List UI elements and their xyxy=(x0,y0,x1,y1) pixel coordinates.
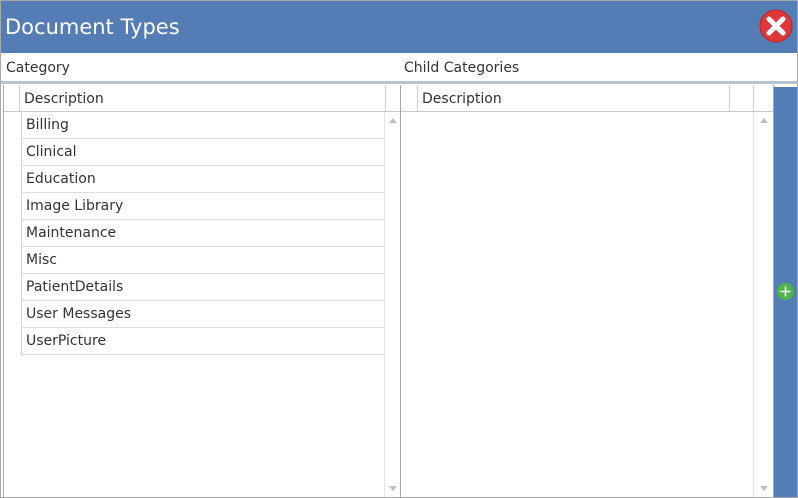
category-row-label: UserPicture xyxy=(26,333,107,349)
category-row-patientdetails[interactable]: PatientDetails xyxy=(22,274,386,301)
category-row-maintenance[interactable]: Maintenance xyxy=(22,220,386,247)
category-row-billing[interactable]: Billing xyxy=(22,112,386,139)
category-description-header-label: Description xyxy=(24,91,104,107)
category-row-label: Image Library xyxy=(26,198,124,214)
child-header-spacer xyxy=(729,85,753,111)
child-categories-label: Child Categories xyxy=(404,60,520,76)
add-child-category-button[interactable] xyxy=(777,283,794,300)
add-icon xyxy=(780,286,791,297)
scroll-down-arrow-icon[interactable] xyxy=(760,486,768,491)
child-categories-grid: Description xyxy=(400,85,774,497)
child-description-header-label: Description xyxy=(422,91,502,107)
category-header-spacer xyxy=(385,85,401,111)
category-grid-header: Description xyxy=(4,85,401,112)
close-icon xyxy=(759,9,793,43)
category-grid: Description Billing Clinical Education I… xyxy=(3,85,402,497)
category-row-label: User Messages xyxy=(26,306,132,322)
child-header-corner xyxy=(753,85,773,111)
close-button[interactable] xyxy=(759,9,793,43)
category-row-userpicture[interactable]: UserPicture xyxy=(22,328,386,355)
category-row-user-messages[interactable]: User Messages xyxy=(22,301,386,328)
category-row-label: Misc xyxy=(26,252,57,268)
category-row-misc[interactable]: Misc xyxy=(22,247,386,274)
category-row-label: Maintenance xyxy=(26,225,117,241)
window-title: Document Types xyxy=(5,15,180,39)
child-side-toolbar xyxy=(774,87,797,497)
category-row-image-library[interactable]: Image Library xyxy=(22,193,386,220)
category-vertical-scrollbar[interactable] xyxy=(384,112,401,497)
child-vertical-scrollbar[interactable] xyxy=(753,112,773,497)
scroll-down-arrow-icon[interactable] xyxy=(389,486,397,491)
scroll-up-arrow-icon[interactable] xyxy=(760,118,768,123)
scroll-up-arrow-icon[interactable] xyxy=(389,118,397,123)
category-row-label: Billing xyxy=(26,117,69,133)
category-row-label: Clinical xyxy=(26,144,77,160)
title-bar: Document Types xyxy=(1,1,797,53)
child-grid-header: Description xyxy=(401,85,773,112)
child-description-column-header[interactable]: Description xyxy=(417,85,729,111)
category-row-label: PatientDetails xyxy=(26,279,124,295)
category-label: Category xyxy=(6,60,70,76)
section-divider xyxy=(1,81,797,84)
category-row-clinical[interactable]: Clinical xyxy=(22,139,386,166)
category-row-education[interactable]: Education xyxy=(22,166,386,193)
document-types-window: Document Types Category Child Categories… xyxy=(0,0,798,498)
category-description-column-header[interactable]: Description xyxy=(19,85,385,111)
category-row-label: Education xyxy=(26,171,96,187)
